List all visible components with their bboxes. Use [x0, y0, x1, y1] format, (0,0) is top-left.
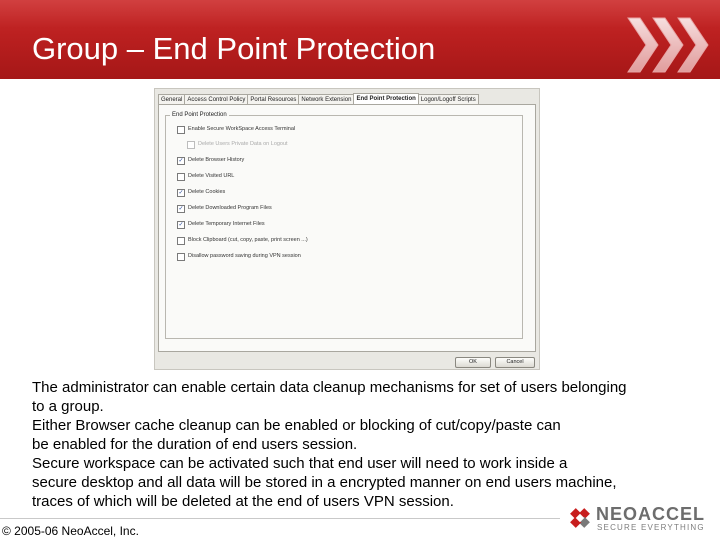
checkbox[interactable] — [177, 172, 185, 181]
triple-chevron-icon — [627, 17, 709, 73]
checkbox[interactable] — [177, 125, 185, 134]
description-line: The administrator can enable certain dat… — [32, 379, 627, 396]
option-delete-browser-history[interactable]: ✓ Delete Browser History — [177, 156, 244, 165]
checkmark-icon[interactable]: ✓ — [177, 220, 185, 229]
neoaccel-logo-icon — [570, 508, 590, 528]
logo-name: NEOACCEL — [596, 504, 706, 524]
checkmark-icon[interactable]: ✓ — [177, 204, 185, 213]
group-title: End Point Protection — [170, 111, 229, 120]
option-label: Delete Visited URL — [188, 173, 235, 179]
option-label: Delete Temporary Internet Files — [188, 221, 265, 227]
option-delete-cookies[interactable]: ✓ Delete Cookies — [177, 188, 225, 197]
neoaccel-logo: NEOACCEL SECURE EVERYTHING — [566, 502, 718, 536]
option-delete-private-data: Delete Users Private Data on Logout — [187, 140, 288, 149]
option-delete-temporary-internet-files[interactable]: ✓ Delete Temporary Internet Files — [177, 220, 265, 229]
ok-button[interactable]: OK — [455, 357, 491, 368]
settings-dialog-screenshot: General Access Control Policy Portal Res… — [154, 88, 540, 370]
checkbox[interactable] — [177, 236, 185, 245]
slide-header: Group – End Point Protection — [0, 0, 720, 79]
option-block-clipboard[interactable]: Block Clipboard (cut, copy, paste, print… — [177, 236, 308, 245]
option-enable-secure-workspace[interactable]: Enable Secure WorkSpace Access Terminal — [177, 125, 295, 134]
option-delete-downloaded-program-files[interactable]: ✓ Delete Downloaded Program Files — [177, 204, 272, 213]
option-label: Enable Secure WorkSpace Access Terminal — [188, 126, 296, 132]
header-shine — [0, 0, 720, 28]
description-line: Secure workspace can be activated such t… — [32, 455, 568, 472]
checkmark-icon[interactable]: ✓ — [177, 156, 185, 165]
description-line: Either Browser cache cleanup can be enab… — [32, 417, 561, 434]
option-label: Delete Cookies — [188, 189, 226, 195]
checkmark-icon[interactable]: ✓ — [177, 188, 185, 197]
option-label: Disallow password saving during VPN sess… — [188, 253, 301, 259]
description-line: secure desktop and all data will be stor… — [32, 474, 617, 491]
copyright-text: © 2005-06 NeoAccel, Inc. — [2, 524, 139, 538]
checkbox — [187, 140, 195, 149]
option-label: Block Clipboard (cut, copy, paste, print… — [188, 237, 308, 243]
logo-tagline: SECURE EVERYTHING — [597, 523, 705, 532]
option-label: Delete Users Private Data on Logout — [198, 141, 288, 147]
cancel-button[interactable]: Cancel — [495, 357, 535, 368]
description-line: to a group. — [32, 398, 104, 415]
tab-panel: End Point Protection Enable Secure WorkS… — [158, 104, 536, 352]
slide-title: Group – End Point Protection — [32, 31, 436, 66]
option-label: Delete Downloaded Program Files — [188, 205, 272, 211]
description-text: The administrator can enable certain dat… — [32, 378, 692, 511]
option-disallow-password-saving[interactable]: Disallow password saving during VPN sess… — [177, 252, 301, 261]
option-label: Delete Browser History — [188, 157, 245, 163]
description-line: be enabled for the duration of end users… — [32, 436, 358, 453]
footer-divider — [0, 518, 560, 519]
end-point-protection-group: End Point Protection Enable Secure WorkS… — [165, 111, 523, 339]
checkbox[interactable] — [177, 252, 185, 261]
option-delete-visited-url[interactable]: Delete Visited URL — [177, 172, 234, 181]
